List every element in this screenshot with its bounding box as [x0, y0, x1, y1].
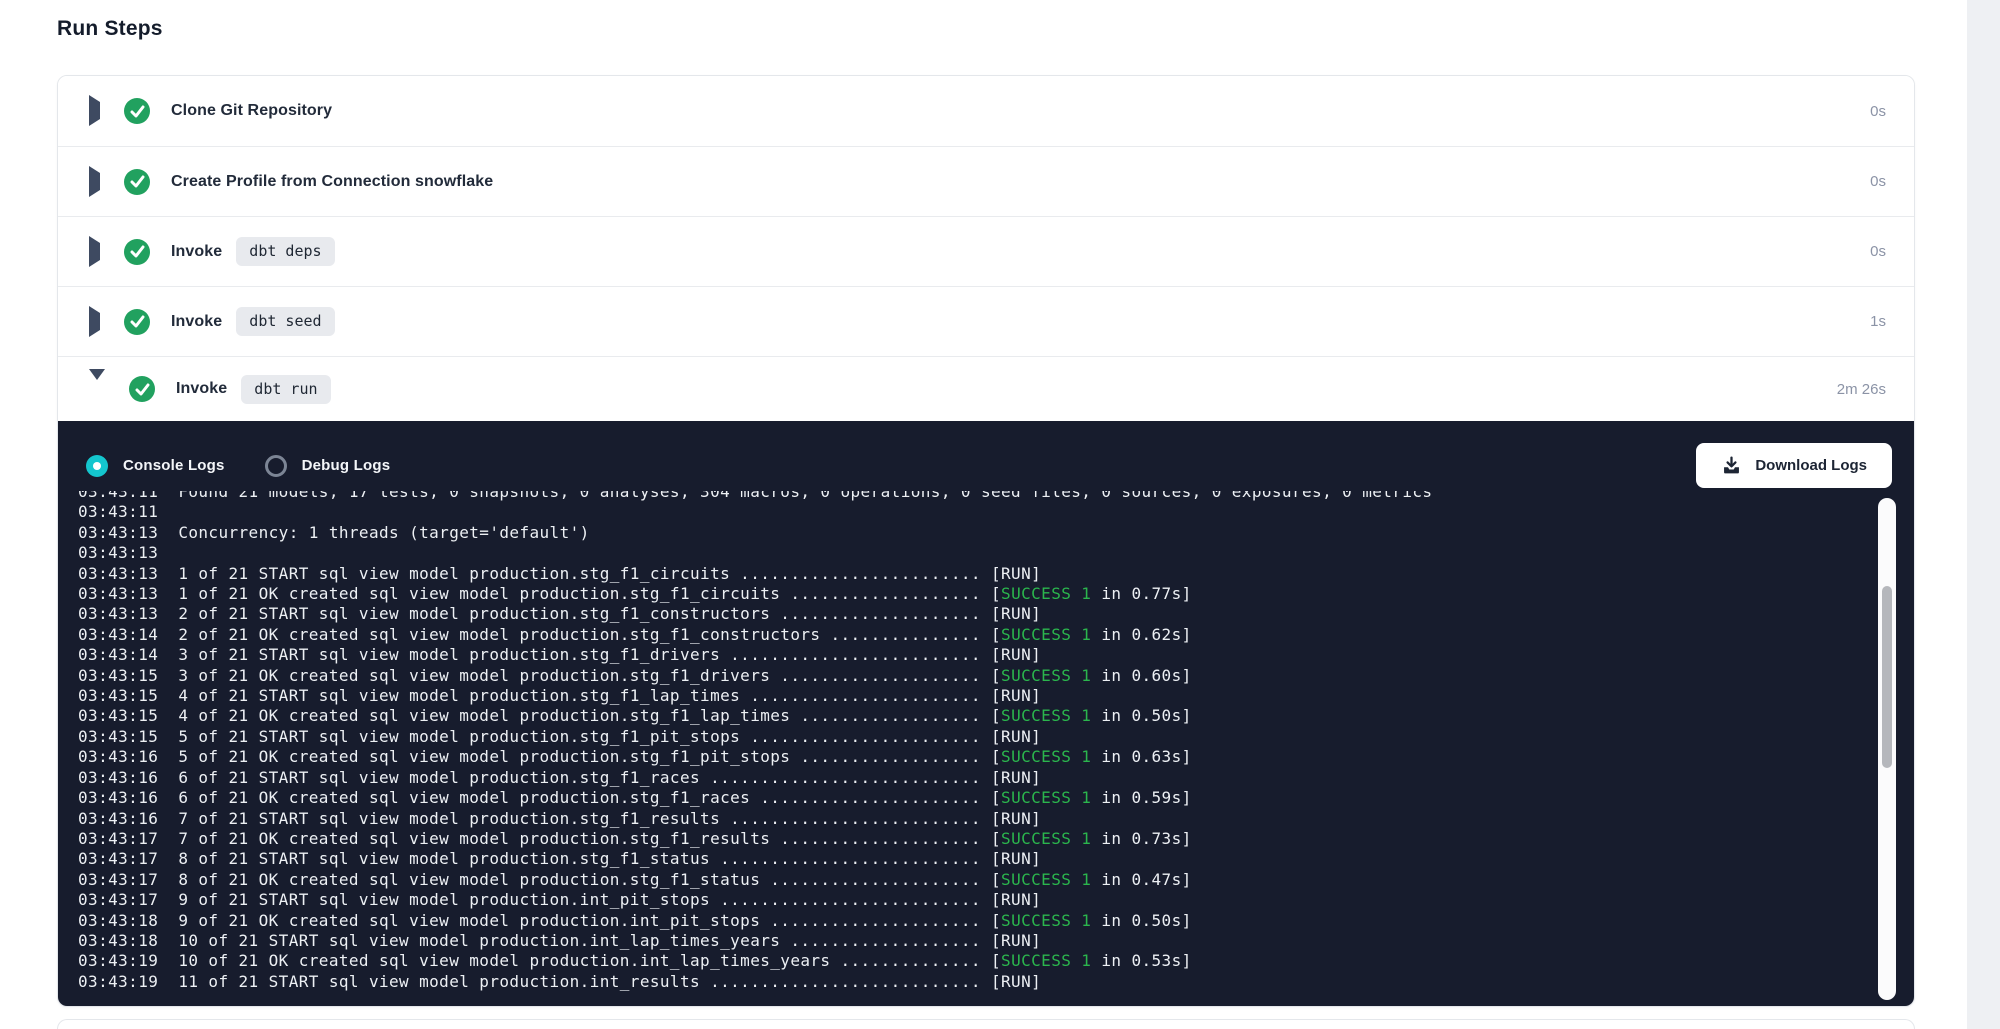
success-status: SUCCESS 1: [1001, 666, 1091, 685]
radio-selected-icon[interactable]: [86, 455, 108, 477]
run-steps-card: Clone Git Repository0sCreate Profile fro…: [57, 75, 1915, 1007]
step-label: Invoke: [171, 243, 222, 261]
log-line: 03:43:19 10 of 21 OK created sql view mo…: [78, 951, 1850, 971]
step-label: Invoke: [176, 380, 227, 398]
log-line: 03:43:16 6 of 21 START sql view model pr…: [78, 768, 1850, 788]
log-line: 03:43:16 5 of 21 OK created sql view mod…: [78, 747, 1850, 767]
log-line: 03:43:16 7 of 21 START sql view model pr…: [78, 809, 1850, 829]
success-check-icon: [124, 169, 150, 195]
step-command-badge: dbt deps: [236, 237, 334, 266]
log-line: 03:43:13 2 of 21 START sql view model pr…: [78, 604, 1850, 624]
log-line: 03:43:11 Found 21 models, 17 tests, 0 sn…: [78, 491, 1850, 502]
log-line: 03:43:17 8 of 21 OK created sql view mod…: [78, 870, 1850, 890]
log-lines: 03:43:11 Found 21 models, 17 tests, 0 sn…: [78, 491, 1850, 992]
chevron-right-icon[interactable]: [89, 173, 100, 191]
success-status: SUCCESS 1: [1001, 870, 1091, 889]
step-duration: 1s: [1870, 313, 1886, 330]
success-check-icon: [124, 239, 150, 265]
log-line: 03:43:16 6 of 21 OK created sql view mod…: [78, 788, 1850, 808]
step-rows: Clone Git Repository0sCreate Profile fro…: [58, 76, 1914, 421]
success-status: SUCCESS 1: [1001, 625, 1091, 644]
step-duration: 0s: [1870, 103, 1886, 120]
log-tab-debug-logs[interactable]: Debug Logs: [265, 455, 391, 477]
success-status: SUCCESS 1: [1001, 788, 1091, 807]
radio-unselected-icon[interactable]: [265, 455, 287, 477]
log-scrollbar-track[interactable]: [1878, 498, 1896, 1000]
log-line: 03:43:17 9 of 21 START sql view model pr…: [78, 890, 1850, 910]
step-row[interactable]: Invoke dbt run 2m 26s: [58, 356, 1914, 421]
log-line: 03:43:14 2 of 21 OK created sql view mod…: [78, 625, 1850, 645]
success-status: SUCCESS 1: [1001, 911, 1091, 930]
log-line: 03:43:15 4 of 21 OK created sql view mod…: [78, 706, 1850, 726]
log-line: 03:43:13 1 of 21 START sql view model pr…: [78, 564, 1850, 584]
log-scrollbar-thumb[interactable]: [1882, 586, 1892, 768]
step-row[interactable]: Invoke dbt deps 0s: [58, 216, 1914, 286]
page-right-gutter: [1967, 0, 2000, 1029]
log-line: 03:43:11: [78, 502, 1850, 522]
log-line: 03:43:13: [78, 543, 1850, 563]
download-logs-label: Download Logs: [1755, 457, 1867, 474]
step-command-badge: dbt run: [241, 375, 330, 404]
log-line: 03:43:19 11 of 21 START sql view model p…: [78, 972, 1850, 992]
log-line: 03:43:17 7 of 21 OK created sql view mod…: [78, 829, 1850, 849]
console-log-panel: Console Logs Debug Logs Download Logs: [58, 421, 1914, 1006]
success-status: SUCCESS 1: [1001, 584, 1091, 603]
log-type-toggle: Console Logs Debug Logs: [86, 455, 430, 477]
step-row[interactable]: Create Profile from Connection snowflake…: [58, 146, 1914, 216]
log-line: 03:43:14 3 of 21 START sql view model pr…: [78, 645, 1850, 665]
step-label: Create Profile from Connection snowflake: [171, 173, 493, 191]
log-line: 03:43:15 5 of 21 START sql view model pr…: [78, 727, 1850, 747]
log-line: 03:43:13 Concurrency: 1 threads (target=…: [78, 523, 1850, 543]
success-check-icon: [124, 309, 150, 335]
step-command-badge: dbt seed: [236, 307, 334, 336]
console-header: Console Logs Debug Logs Download Logs: [58, 421, 1914, 488]
success-status: SUCCESS 1: [1001, 706, 1091, 725]
step-duration: 0s: [1870, 173, 1886, 190]
step-duration: 0s: [1870, 243, 1886, 260]
log-viewport: 03:43:11 Found 21 models, 17 tests, 0 sn…: [78, 491, 1850, 1007]
chevron-right-icon[interactable]: [89, 243, 100, 261]
content-area: Run Steps Clone Git Repository0sCreate P…: [57, 0, 1915, 1029]
download-icon: [1721, 455, 1742, 476]
step-duration: 2m 26s: [1837, 381, 1886, 398]
log-line: 03:43:17 8 of 21 START sql view model pr…: [78, 849, 1850, 869]
log-tab-label: Debug Logs: [302, 457, 391, 474]
log-tab-console-logs[interactable]: Console Logs: [86, 455, 225, 477]
next-card-peek: [57, 1019, 1915, 1029]
chevron-right-icon[interactable]: [89, 102, 100, 120]
chevron-down-icon[interactable]: [89, 380, 105, 398]
log-tab-label: Console Logs: [123, 457, 225, 474]
step-label: Invoke: [171, 313, 222, 331]
success-status: SUCCESS 1: [1001, 951, 1091, 970]
chevron-right-icon[interactable]: [89, 313, 100, 331]
step-label: Clone Git Repository: [171, 102, 332, 120]
log-line: 03:43:18 9 of 21 OK created sql view mod…: [78, 911, 1850, 931]
download-logs-button[interactable]: Download Logs: [1696, 443, 1892, 488]
success-check-icon: [129, 376, 155, 402]
log-line: 03:43:18 10 of 21 START sql view model p…: [78, 931, 1850, 951]
log-line: 03:43:15 3 of 21 OK created sql view mod…: [78, 666, 1850, 686]
success-check-icon: [124, 98, 150, 124]
success-status: SUCCESS 1: [1001, 747, 1091, 766]
success-status: SUCCESS 1: [1001, 829, 1091, 848]
step-row[interactable]: Invoke dbt seed 1s: [58, 286, 1914, 356]
page-title: Run Steps: [57, 0, 1915, 42]
log-line: 03:43:15 4 of 21 START sql view model pr…: [78, 686, 1850, 706]
run-steps-page: Run Steps Clone Git Repository0sCreate P…: [0, 0, 2000, 1029]
step-row[interactable]: Clone Git Repository 0s: [58, 76, 1914, 146]
log-line: 03:43:13 1 of 21 OK created sql view mod…: [78, 584, 1850, 604]
